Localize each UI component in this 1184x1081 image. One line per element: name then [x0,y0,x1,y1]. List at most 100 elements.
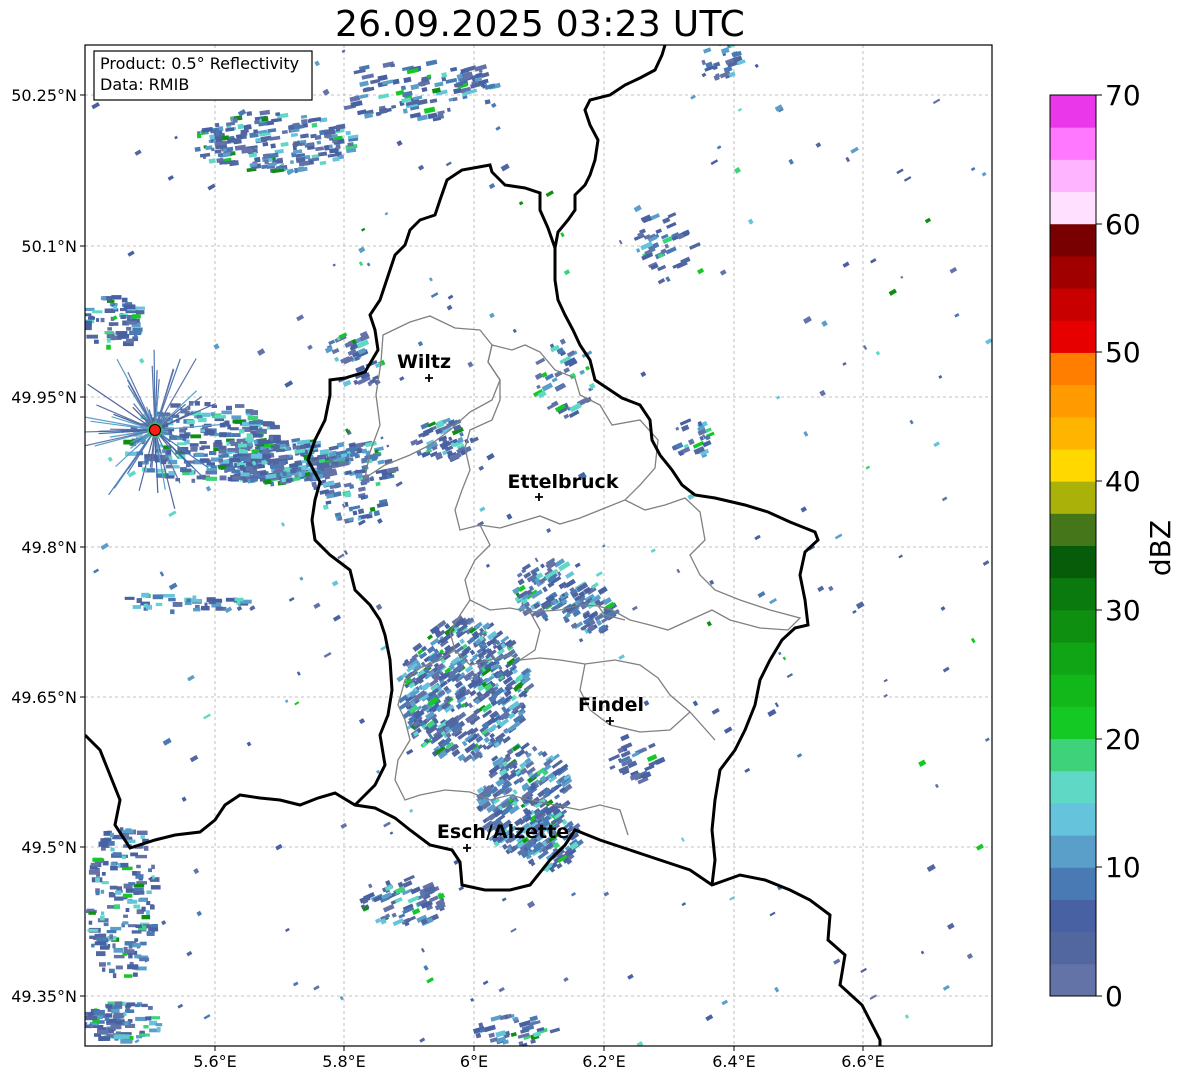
echo-cell [99,962,106,967]
echo-cell [132,605,142,609]
echo-cell [219,160,226,165]
echo-cell [121,297,128,303]
echo-cell [301,470,306,476]
echo-cell [194,401,200,406]
data-source-label: Data: RMIB [100,75,189,94]
echo-cell [148,1006,153,1010]
echo-cell [115,1021,120,1025]
echo-cell [114,1012,125,1018]
echo-cell [247,415,259,421]
echo-cell [133,891,140,895]
echo-cell [165,464,172,469]
echo-cell [146,890,152,895]
echo-cell [120,862,129,868]
echo-cell [253,129,259,134]
echo-cell [155,602,163,607]
echo-cell [168,597,176,602]
echo-cell [210,412,215,416]
echo-cell [269,463,274,469]
colorbar-band [1050,481,1096,514]
echo-cell [270,445,280,449]
echo-cell [229,427,239,431]
city-label: Ettelbruck [508,471,619,493]
echo-cell [130,852,138,857]
echo-cell [133,904,140,909]
echo-cell [234,597,244,602]
echo-cell [209,451,217,455]
echo-cell [95,891,100,896]
colorbar-band [1050,352,1096,386]
echo-cell [123,914,128,918]
echo-cell [190,598,202,603]
echo-cell [151,924,158,928]
echo-cell [262,449,269,454]
echo-cell [218,449,227,454]
echo-cell [112,973,117,979]
echo-cell [138,462,143,467]
echo-cell [357,517,362,521]
y-tick-label: 49.65°N [11,688,77,707]
echo-cell [195,452,204,457]
echo-cell [239,428,245,434]
echo-cell [125,908,130,912]
echo-cell [144,845,149,851]
echo-cell [113,1034,125,1040]
echo-cell [199,441,207,445]
echo-cell [279,465,285,470]
echo-cell [275,112,281,116]
echo-cell [269,436,274,441]
echo-cell [195,604,200,609]
echo-cell [186,420,195,425]
colorbar-band [1050,545,1096,579]
echo-cell [206,462,215,466]
echo-cell [135,924,142,929]
echo-cell [251,453,263,459]
echo-cell [107,327,112,331]
echo-cell [110,1024,122,1030]
echo-cell [276,473,281,478]
echo-cell [190,446,198,452]
echo-cell [92,310,103,314]
echo-cell [156,1027,161,1032]
echo-cell [300,134,306,139]
echo-cell [150,885,161,890]
echo-cell [141,906,146,912]
echo-cell [232,476,241,480]
echo-cell [137,830,148,835]
echo-cell [120,1039,133,1044]
colorbar-band [1050,448,1096,482]
echo-cell [218,458,223,463]
echo-cell [323,504,329,510]
echo-cell [176,442,187,446]
echo-cell [123,949,135,954]
echo-cell [311,122,318,128]
echo-cell [221,410,232,415]
echo-cell [285,446,290,451]
echo-cell [235,134,243,139]
echo-cell [136,598,142,603]
radar-site-marker [147,422,163,438]
colorbar-band [1050,288,1096,321]
echo-cell [110,847,115,852]
echo-cell [136,864,141,869]
echo-cell [104,1017,110,1021]
echo-cell [214,415,226,419]
echo-cell [155,1023,163,1027]
echo-cell [128,944,133,949]
echo-cell [100,296,107,301]
echo-cell [126,320,138,325]
echo-cell [110,862,117,866]
echo-cell [109,934,113,940]
echo-cell [115,965,123,970]
colorbar-band [1050,159,1096,193]
echo-cell [262,153,269,160]
echo-cell [209,134,215,140]
echo-cell [190,434,202,439]
echo-cell [127,899,138,904]
echo-cell [102,838,112,842]
echo-cell [89,315,94,320]
echo-cell [122,893,133,898]
colorbar-band [1050,674,1096,707]
echo-cell [94,1009,105,1015]
echo-cell [145,1016,152,1021]
